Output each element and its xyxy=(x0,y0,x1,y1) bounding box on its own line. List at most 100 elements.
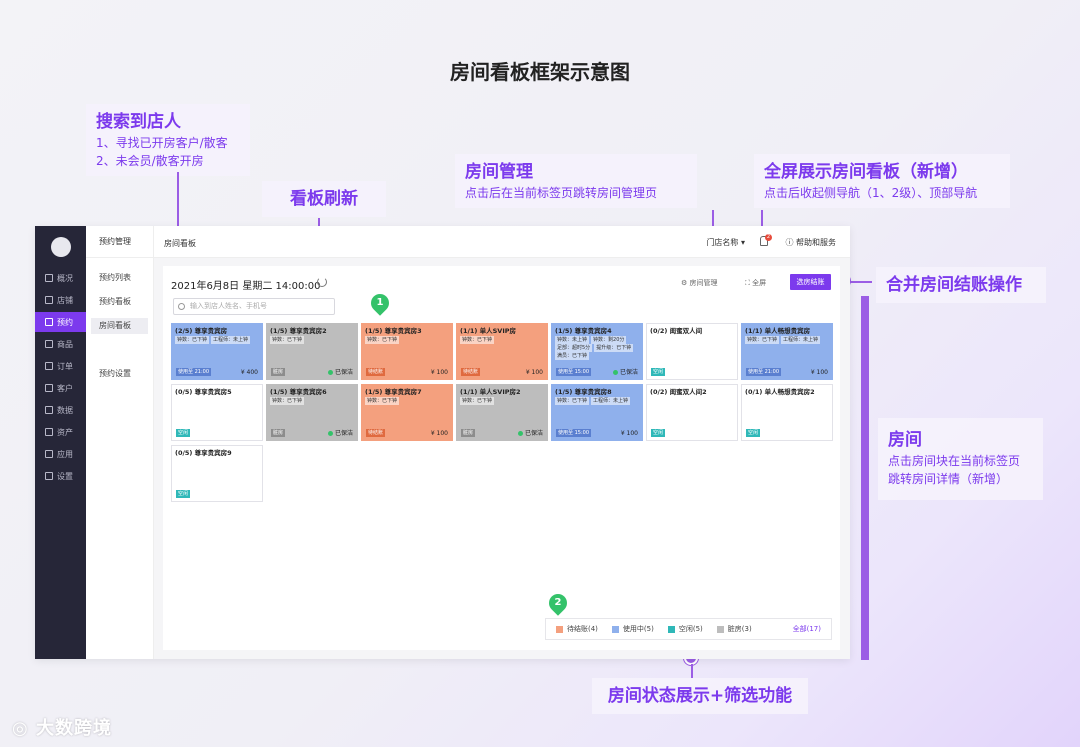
annotation-room: 房间 点击房间块在当前标签页 跳转房间详情（新增） xyxy=(878,418,1043,500)
room-tag: 钟数：已下钟 xyxy=(175,336,210,344)
subnav-item-reservation-board[interactable]: 预约看板 xyxy=(91,294,148,310)
status-legend: 待结账(4) 使用中(5) 空闲(5) 脏房(3) 全部(17) xyxy=(545,618,832,640)
room-tags: 钟数：未上钟 钟数：剩20分足部：超时5分 提升级：已下钟满员：已下钟 xyxy=(555,336,639,360)
room-card[interactable]: (0/2) 闺蜜双人间 空闲 xyxy=(646,323,738,380)
nav-item-7[interactable]: 资产 xyxy=(35,422,86,442)
room-tags: 钟数：已下钟 xyxy=(460,397,544,405)
room-name: (1/1) 单人畅想贵宾房 xyxy=(745,327,811,335)
annotation-status-line xyxy=(691,664,693,678)
room-tag: 钟数：已下钟 xyxy=(365,336,400,344)
legend-free[interactable]: 空闲(5) xyxy=(667,624,703,634)
fullscreen-button[interactable]: ⛶ 全屏 xyxy=(745,278,766,288)
room-tag: 钟数：已下钟 xyxy=(745,336,780,344)
search-input[interactable]: 输入到店人姓名、手机号 xyxy=(173,298,335,315)
room-card[interactable]: (1/5) 尊享贵宾房6 钟数：已下钟 脏房 已保洁 xyxy=(266,384,358,441)
room-price: ¥ 100 xyxy=(525,369,543,376)
nav-item-1[interactable]: 店铺 xyxy=(35,290,86,310)
room-status-badge: 待结账 xyxy=(366,429,386,437)
monitor-icon xyxy=(45,274,53,282)
room-card[interactable]: (1/5) 尊享贵宾房8 钟数：已下钟 工程师：未上钟 使用至 15:00 ¥ 100 xyxy=(551,384,643,441)
subnav-item-reservation-settings[interactable]: 预约设置 xyxy=(91,366,148,382)
nav-item-label: 概况 xyxy=(57,273,73,283)
room-management-button[interactable]: ⚙ 房间管理 xyxy=(681,278,718,288)
room-card[interactable]: (1/5) 尊享贵宾房7 钟数：已下钟 待结账 ¥ 100 xyxy=(361,384,453,441)
app-logo xyxy=(51,237,71,257)
room-card[interactable]: (1/5) 尊享贵宾房4 钟数：未上钟 钟数：剩20分足部：超时5分 提升级：已下钟满… xyxy=(551,323,643,380)
room-name: (1/5) 尊享贵宾房3 xyxy=(365,327,422,335)
room-card[interactable]: (0/2) 闺蜜双人间2 空闲 xyxy=(646,384,738,441)
nav-item-label: 预约 xyxy=(57,317,73,327)
annotation-merge-line xyxy=(850,281,872,283)
nav-item-label: 订单 xyxy=(57,361,73,371)
room-name: (1/5) 尊享贵宾房6 xyxy=(270,388,327,396)
room-tag: 钟数：已下钟 xyxy=(365,397,400,405)
room-tags: 钟数：已下钟 工程师：未上钟 xyxy=(555,397,639,405)
legend-swatch xyxy=(611,625,619,633)
checkout-button[interactable]: 选房结账 xyxy=(790,274,831,290)
marker-pin-2-label: 2 xyxy=(554,597,562,608)
room-card[interactable]: (1/5) 尊享贵宾房2 钟数：已下钟 脏房 已保洁 xyxy=(266,323,358,380)
room-status-badge: 空闲 xyxy=(651,368,666,376)
room-name: (0/2) 闺蜜双人间2 xyxy=(650,388,707,396)
room-board-panel: 2021年6月8日 星期二 14:00:00 ⚙ 房间管理 ⛶ 全屏 选房结账 … xyxy=(163,266,840,650)
legend-label: 待结账(4) xyxy=(567,625,598,633)
nav-item-4[interactable]: 订单 xyxy=(35,356,86,376)
legend-using[interactable]: 使用中(5) xyxy=(611,624,654,634)
secondary-nav-header: 预约管理 xyxy=(86,226,153,258)
room-card[interactable]: (0/1) 单人畅想贵宾房2 空闲 xyxy=(741,384,833,441)
room-tag: 钟数：已下钟 xyxy=(460,336,495,344)
room-tag: 提升级：已下钟 xyxy=(594,344,634,352)
nav-item-label: 应用 xyxy=(57,449,73,459)
room-status-badge: 使用至 21:00 xyxy=(746,368,781,376)
room-price: ¥ 400 xyxy=(240,369,258,376)
annotation-fullscreen-desc: 点击后收起侧导航（1、2级）、顶部导航 xyxy=(764,186,978,200)
room-card[interactable]: (2/5) 尊享贵宾房 钟数：已下钟 工程师：未上钟 使用至 21:00 ¥ 400 xyxy=(171,323,263,380)
search-icon xyxy=(178,303,185,310)
room-tags: 钟数：已下钟 工程师：未上钟 xyxy=(745,336,829,344)
nav-item-3[interactable]: 商品 xyxy=(35,334,86,354)
legend-label: 空闲(5) xyxy=(678,625,703,633)
room-name: (0/5) 尊享贵宾房5 xyxy=(175,388,232,396)
room-card[interactable]: (0/5) 尊享贵宾房9 空闲 xyxy=(171,445,263,502)
legend-dirty[interactable]: 脏房(3) xyxy=(716,624,752,634)
room-status-badge: 空闲 xyxy=(746,429,761,437)
room-card[interactable]: (1/1) 单人畅想贵宾房 钟数：已下钟 工程师：未上钟 使用至 21:00 ¥ 100 xyxy=(741,323,833,380)
room-price: ¥ 100 xyxy=(620,430,638,437)
room-status-badge: 空闲 xyxy=(176,490,191,498)
nav-item-0[interactable]: 概况 xyxy=(35,268,86,288)
page-title: 房间看板框架示意图 xyxy=(450,60,630,84)
nav-item-5[interactable]: 客户 xyxy=(35,378,86,398)
room-status-badge: 脏房 xyxy=(271,429,286,437)
room-status-badge: 使用至 21:00 xyxy=(176,368,211,376)
legend-pending[interactable]: 待结账(4) xyxy=(556,624,598,634)
room-tag: 钟数：已下钟 xyxy=(270,397,305,405)
store-selector[interactable]: 门店名称 ▾ xyxy=(706,237,745,248)
nav-item-2[interactable]: 预约 xyxy=(35,312,86,332)
nav-item-9[interactable]: 设置 xyxy=(35,466,86,486)
room-status-badge: 待结账 xyxy=(366,368,386,376)
subnav-item-reservation-list[interactable]: 预约列表 xyxy=(91,270,148,286)
room-card[interactable]: (0/5) 尊享贵宾房5 空闲 xyxy=(171,384,263,441)
legend-label: 使用中(5) xyxy=(622,625,654,633)
watermark-text: 大数跨境 xyxy=(35,718,112,739)
legend-all[interactable]: 全部(17) xyxy=(793,624,821,634)
nav-item-6[interactable]: 数据 xyxy=(35,400,86,420)
annotation-refresh-title: 看板刷新 xyxy=(290,189,358,209)
gear-icon xyxy=(45,472,53,480)
subnav-item-room-board[interactable]: 房间看板 xyxy=(91,318,148,334)
annotation-room-line-2: 跳转房间详情（新增） xyxy=(888,472,1009,486)
room-cleaned-status: 已保洁 xyxy=(328,428,353,437)
room-name: (2/5) 尊享贵宾房 xyxy=(175,327,228,335)
nav-item-8[interactable]: 应用 xyxy=(35,444,86,464)
room-tags: 钟数：已下钟 xyxy=(270,397,354,405)
marker-pin-1-label: 1 xyxy=(376,297,384,308)
room-card[interactable]: (1/5) 尊享贵宾房3 钟数：已下钟 待结账 ¥ 100 xyxy=(361,323,453,380)
room-card[interactable]: (1/1) 单人SVIP房 钟数：已下钟 待结账 ¥ 100 xyxy=(456,323,548,380)
legend-label: 脏房(3) xyxy=(727,625,752,633)
legend-swatch xyxy=(556,625,563,633)
annotation-fullscreen-title: 全屏展示房间看板（新增） xyxy=(764,162,968,182)
room-card[interactable]: (1/1) 单人SVIP房2 钟数：已下钟 脏房 已保洁 xyxy=(456,384,548,441)
annotation-search: 搜索到店人 1、寻找已开房客户/散客 2、未会员/散客开房 xyxy=(86,104,250,176)
help-link[interactable]: ⓘ 帮助和服务 xyxy=(785,237,836,248)
refresh-icon[interactable] xyxy=(317,277,327,287)
